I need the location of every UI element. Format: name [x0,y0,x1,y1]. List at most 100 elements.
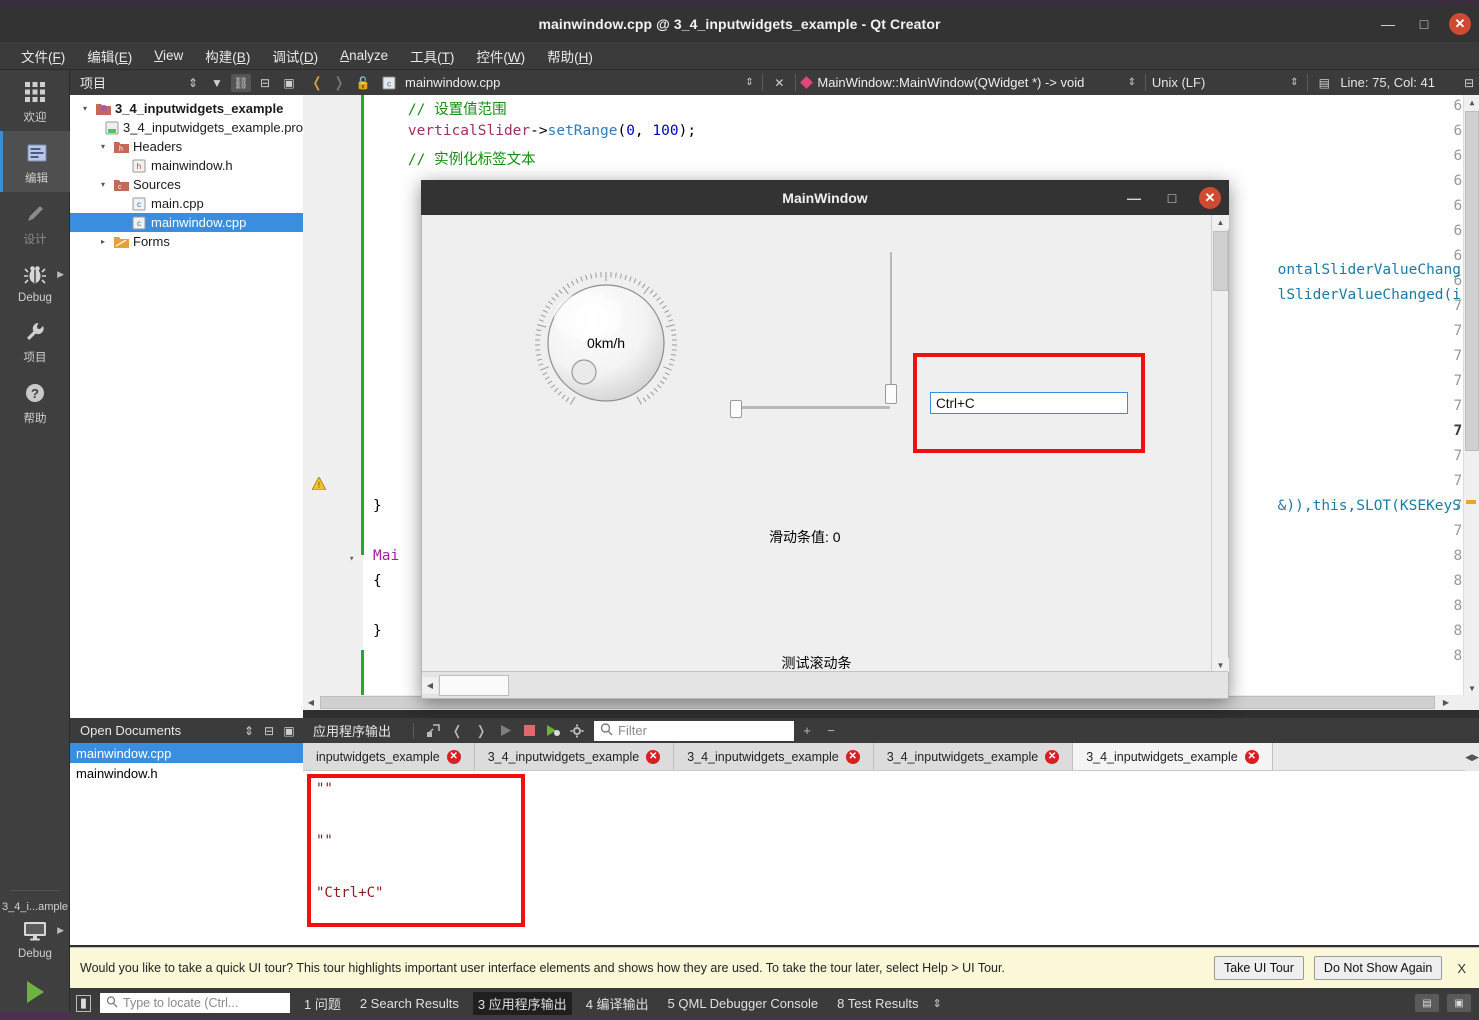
dialog-scroll-up-arrow[interactable]: ▲ [1212,215,1229,229]
statusbar-item-2[interactable]: 3 应用程序输出 [472,991,572,1015]
open-documents-list[interactable]: mainwindow.cpp mainwindow.h [70,743,303,783]
mode-debug-expand-arrow[interactable]: ▶ [57,269,64,280]
tree-item-3[interactable]: h mainwindow.h [70,156,303,175]
dialog-hscroll-left-arrow[interactable]: ◀ [422,677,438,694]
editor-filename[interactable]: mainwindow.cpp [405,75,500,90]
window-minimize-button[interactable]: — [1377,13,1399,35]
kit-expand-arrow[interactable]: ▶ [57,925,64,936]
file-dropdown-arrow[interactable]: ⇕ [742,77,756,88]
horizontal-slider-handle[interactable] [730,400,742,418]
attach-icon[interactable] [422,721,444,741]
scroll-up-arrow[interactable]: ▲ [1464,95,1479,109]
window-close-button[interactable]: ✕ [1449,13,1471,35]
settings-gear-icon[interactable] [566,721,588,741]
tree-expander-4[interactable]: ▾ [96,180,110,189]
editor-hscroll-right-arrow[interactable]: ▶ [1438,695,1454,710]
menu-item-4[interactable]: 调试(D) [261,43,329,69]
menu-item-0[interactable]: 文件(F) [10,43,76,69]
text-encoding-icon[interactable]: ▤ [1314,74,1334,92]
remove-output-button[interactable]: − [820,721,842,741]
output-tabs-scroll-right[interactable]: ◀▶ [1465,743,1479,771]
do-not-show-again-button[interactable]: Do Not Show Again [1313,956,1443,980]
editor-symbol[interactable]: MainWindow::MainWindow(QWidget *) -> voi… [817,75,1084,90]
line-ending-selector[interactable]: Unix (LF) [1152,75,1205,90]
mode-welcome[interactable]: 欢迎 [0,70,70,131]
close-banner-icon[interactable]: X [1452,961,1471,976]
output-tab-close-icon-1[interactable]: ✕ [646,749,661,764]
split-icon[interactable]: ⊟ [255,74,275,92]
project-tree[interactable]: ▾ 3_4_inputwidgets_example 3_4_inputwidget… [70,95,303,718]
statusbar-item-0[interactable]: 1 问题 [299,992,346,1015]
go-forward-icon[interactable]: ❭ [331,74,347,91]
statusbar-item-3[interactable]: 4 编译输出 [581,992,654,1015]
speed-dial[interactable]: 0km/h [526,263,686,423]
mode-help[interactable]: ? 帮助 [0,371,70,432]
toggle-sidebar-icon[interactable]: ▮ [76,994,91,1012]
next-item-icon[interactable]: ❭ [470,721,492,741]
run-button[interactable] [0,966,70,1018]
scroll-down-arrow[interactable]: ▼ [1464,681,1479,695]
open-document-1[interactable]: mainwindow.h [70,763,303,783]
open-document-0[interactable]: mainwindow.cpp [70,743,303,763]
statusbar-item-1[interactable]: 2 Search Results [355,994,464,1013]
go-back-icon[interactable]: ❬ [309,74,325,91]
locator-input[interactable]: Type to locate (Ctrl... [100,993,290,1013]
tree-item-4[interactable]: ▾ c Sources [70,175,303,194]
menu-item-6[interactable]: 工具(T) [399,43,465,69]
filter-icon[interactable]: ▼ [207,74,227,92]
editor-scroll-thumb[interactable] [1465,111,1479,451]
dialog-vscroll-thumb[interactable] [1213,231,1228,291]
tree-item-0[interactable]: ▾ 3_4_inputwidgets_example [70,99,303,118]
output-tab-close-icon-3[interactable]: ✕ [1045,749,1060,764]
output-text-area[interactable]: "" "" "Ctrl+C" [303,771,1479,945]
kit-selector-label[interactable]: 3_4_i...ample [0,897,69,915]
run-icon[interactable] [494,721,516,741]
close-document-icon[interactable]: ✕ [769,74,789,92]
output-toggle-icon[interactable]: ▣ [1447,994,1471,1012]
mode-design[interactable]: 设计 [0,192,70,253]
symbol-dropdown-arrow[interactable]: ⇕ [1125,77,1139,88]
output-run-tabs[interactable]: inputwidgets_example ✕ 3_4_inputwidgets_ex… [303,743,1479,771]
dialog-horizontal-scrollbar[interactable]: ◀ [422,671,1228,698]
menu-item-8[interactable]: 帮助(H) [536,43,604,69]
tree-item-1[interactable]: 3_4_inputwidgets_example.pro [70,118,303,137]
close-panel-icon[interactable]: ▣ [279,74,299,92]
tree-expander-0[interactable]: ▾ [78,104,92,113]
keysequence-input[interactable]: Ctrl+C [930,392,1128,414]
add-output-button[interactable]: + [796,721,818,741]
dialog-scroll-down-arrow[interactable]: ▼ [1212,658,1229,672]
window-maximize-button[interactable]: □ [1413,13,1435,35]
mode-debug[interactable]: ▶ Debug [0,253,70,310]
output-tab-close-icon-2[interactable]: ✕ [845,749,860,764]
link-with-editor-icon[interactable]: ⛓ [231,73,251,92]
tree-expander-2[interactable]: ▾ [96,142,110,151]
tree-expander-7[interactable]: ▸ [96,237,110,246]
stop-icon[interactable] [518,721,540,741]
menu-item-1[interactable]: 编辑(E) [76,43,143,69]
editor-hscroll-left-arrow[interactable]: ◀ [303,695,319,710]
tree-item-5[interactable]: c main.cpp [70,194,303,213]
output-tab-4[interactable]: 3_4_inputwidgets_example ✕ [1073,743,1273,770]
menu-item-2[interactable]: View [143,45,194,66]
menu-item-5[interactable]: Analyze [329,45,399,66]
editor-vertical-scrollbar[interactable]: ▲ ▼ [1463,95,1479,695]
tree-item-7[interactable]: ▸ Forms [70,232,303,251]
tree-item-2[interactable]: ▾ h Headers [70,137,303,156]
output-tab-close-icon-4[interactable]: ✕ [1244,749,1259,764]
output-tab-1[interactable]: 3_4_inputwidgets_example ✕ [474,743,675,770]
mode-projects[interactable]: 项目 [0,310,70,371]
warning-icon[interactable]: ! [311,475,327,491]
dialog-hscroll-thumb[interactable] [439,675,509,696]
vertical-slider[interactable] [885,252,897,404]
output-filter-input[interactable]: Filter [594,720,795,741]
line-ending-dropdown-arrow[interactable]: ⇕ [1287,77,1301,88]
close-panel-icon-2[interactable]: ▣ [279,722,299,740]
lock-icon[interactable]: 🔓 [353,74,373,92]
split-icon-2[interactable]: ⊟ [259,722,279,740]
progress-details-icon[interactable]: ▤ [1415,994,1439,1012]
tree-item-6[interactable]: c mainwindow.cpp [70,213,303,232]
panel-selector-icon[interactable]: ⇕ [183,74,203,92]
statusbar-item-5[interactable]: 8 Test Results [832,994,923,1013]
dialog-vertical-scrollbar[interactable]: ▲ ▼ [1211,215,1229,672]
output-tab-2[interactable]: 3_4_inputwidgets_example ✕ [674,743,874,770]
